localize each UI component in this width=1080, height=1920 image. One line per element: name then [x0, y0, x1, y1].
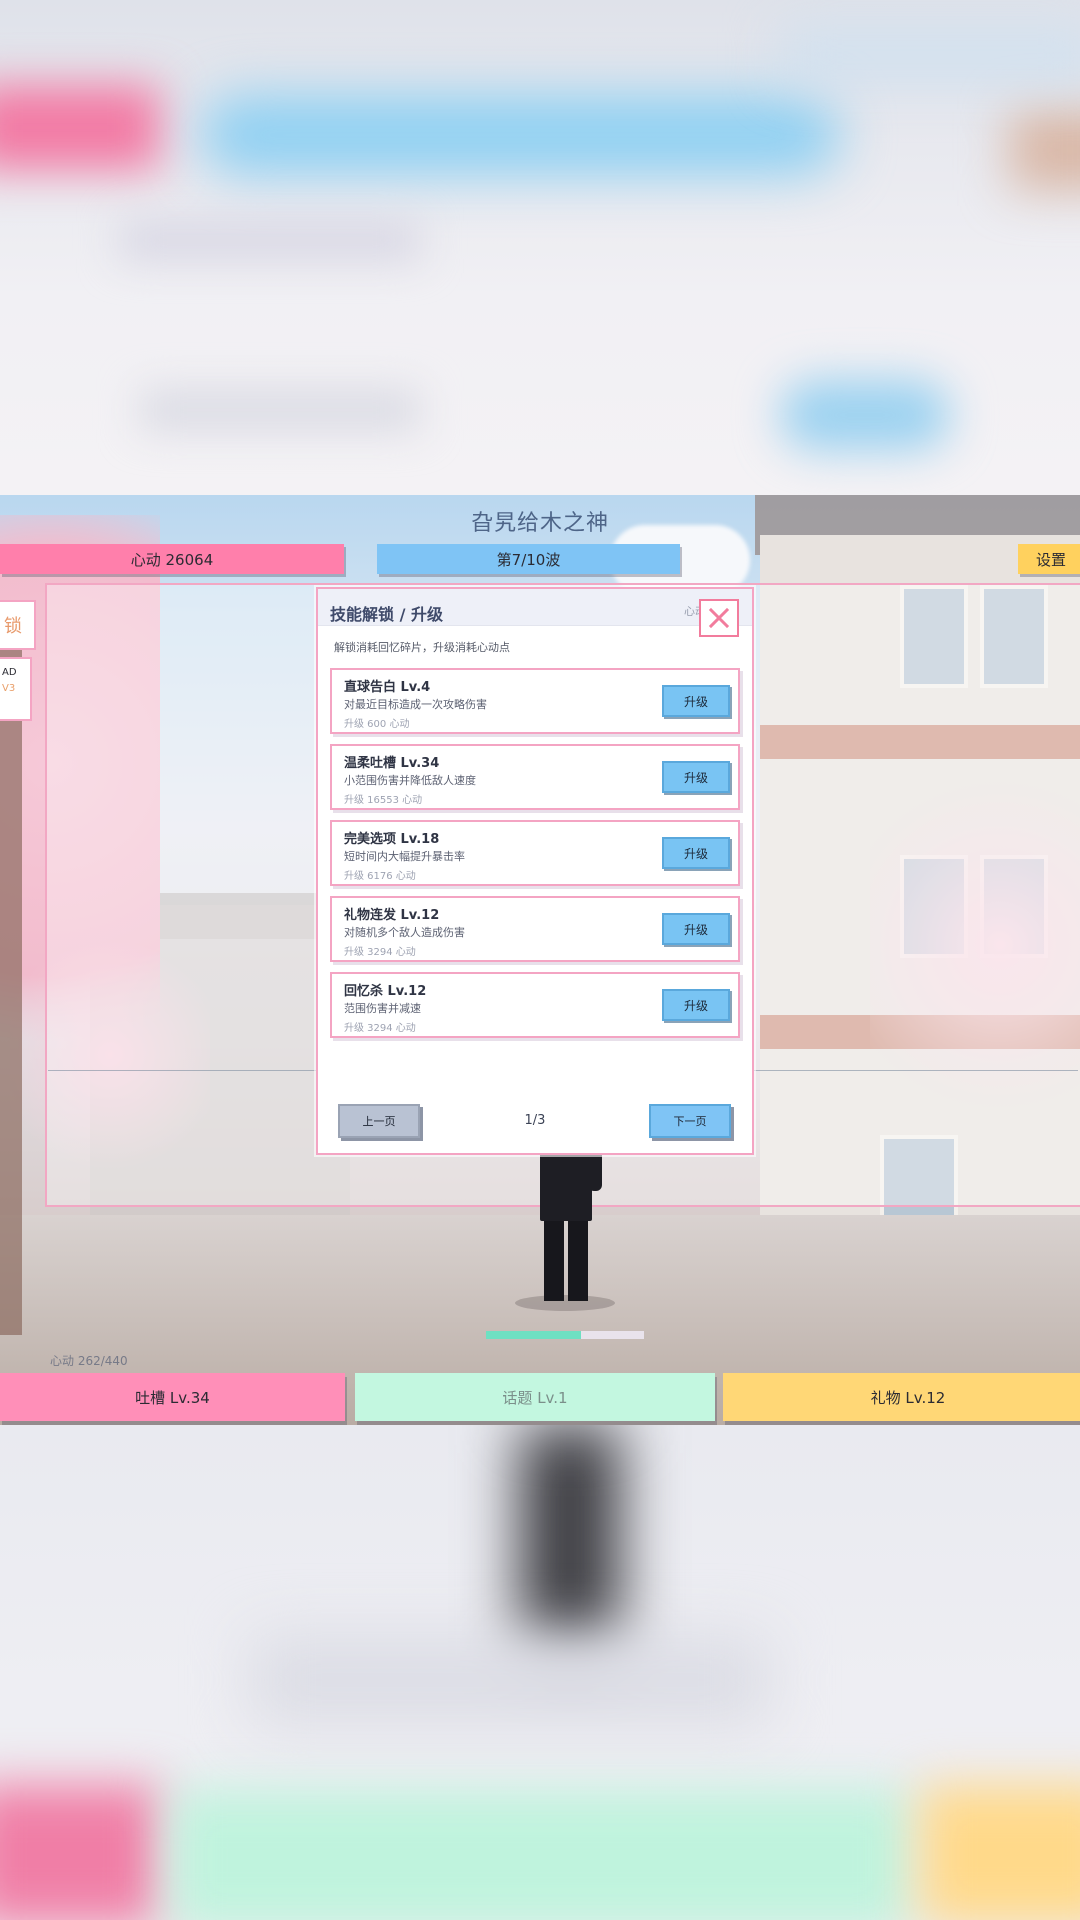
blurred-background-bottom: [0, 1425, 1080, 1920]
blur-shape: [140, 390, 420, 430]
blur-shape: [780, 380, 950, 450]
blur-shape: [200, 95, 840, 175]
tab-tucao[interactable]: 吐槽 Lv.34: [0, 1373, 345, 1421]
upgrade-button[interactable]: 升级: [662, 989, 730, 1021]
skill-card: 直球告白 Lv.4 对最近目标造成一次攻略伤害 升级 600 心动 升级: [330, 668, 740, 734]
side-lock-tab[interactable]: 锁: [0, 600, 36, 650]
skill-upgrade-dialog: 技能解锁 / 升级 心动 解锁消耗回忆碎片，升级消耗心动点 直球告白 Lv.4 …: [316, 587, 754, 1155]
wave-counter-bar: 第7/10波: [377, 544, 680, 574]
skill-cost: 升级 3294 心动: [344, 1023, 416, 1034]
tab-gift[interactable]: 礼物 Lv.12: [723, 1373, 1080, 1421]
skill-cost: 升级 3294 心动: [344, 947, 416, 958]
blur-shape: [780, 30, 1080, 80]
skill-description: 短时间内大幅提升暴击率: [344, 850, 465, 863]
hp-readout: 心动 262/440: [50, 1354, 128, 1368]
upgrade-button[interactable]: 升级: [662, 837, 730, 869]
side-card-line2: V3: [2, 683, 16, 694]
heart-points-bar: 心动 26064: [0, 544, 344, 574]
skill-name: 温柔吐槽 Lv.34: [344, 756, 440, 771]
skill-name: 直球告白 Lv.4: [344, 680, 431, 695]
side-card-line1: AD: [2, 667, 17, 678]
blurred-background-top: [0, 0, 1080, 495]
blur-shape: [520, 1425, 620, 1655]
skill-name: 完美选项 Lv.18: [344, 832, 440, 847]
dialog-title: 技能解锁 / 升级: [330, 605, 443, 624]
blur-shape: [920, 1785, 1080, 1920]
skill-description: 小范围伤害并降低敌人速度: [344, 774, 476, 787]
skill-description: 范围伤害并减速: [344, 1002, 421, 1015]
skill-card: 回忆杀 Lv.12 范围伤害并减速 升级 3294 心动 升级: [330, 972, 740, 1038]
settings-button[interactable]: 设置: [1018, 544, 1080, 574]
tree-trunk: [0, 615, 22, 1335]
blur-shape: [0, 85, 160, 170]
character-leg: [544, 1219, 564, 1301]
game-title: 旮旯给木之神: [470, 511, 609, 536]
character-leg: [568, 1219, 588, 1301]
blur-shape: [170, 1790, 910, 1920]
dialog-subtitle: 解锁消耗回忆碎片，升级消耗心动点: [334, 641, 510, 654]
skill-name: 回忆杀 Lv.12: [344, 984, 427, 999]
side-status-card[interactable]: AD V3: [0, 657, 32, 721]
close-button[interactable]: [699, 599, 739, 637]
skill-card: 完美选项 Lv.18 短时间内大幅提升暴击率 升级 6176 心动 升级: [330, 820, 740, 886]
upgrade-button[interactable]: 升级: [662, 761, 730, 793]
skill-list: 直球告白 Lv.4 对最近目标造成一次攻略伤害 升级 600 心动 升级 温柔吐…: [330, 668, 740, 1048]
skill-description: 对最近目标造成一次攻略伤害: [344, 698, 487, 711]
skill-card: 温柔吐槽 Lv.34 小范围伤害并降低敌人速度 升级 16553 心动 升级: [330, 744, 740, 810]
next-page-button[interactable]: 下一页: [649, 1104, 731, 1138]
skill-description: 对随机多个敌人造成伤害: [344, 926, 465, 939]
skill-name: 礼物连发 Lv.12: [344, 908, 440, 923]
wave-progress-fill: [486, 1331, 581, 1339]
upgrade-button[interactable]: 升级: [662, 685, 730, 717]
wave-progress-bar: [486, 1331, 644, 1339]
skill-cost: 升级 6176 心动: [344, 871, 416, 882]
tab-topic[interactable]: 话题 Lv.1: [355, 1373, 715, 1421]
blur-shape: [1010, 110, 1080, 190]
upgrade-button[interactable]: 升级: [662, 913, 730, 945]
close-icon: [708, 607, 730, 629]
skill-cost: 升级 16553 心动: [344, 795, 423, 806]
skill-card: 礼物连发 Lv.12 对随机多个敌人造成伤害 升级 3294 心动 升级: [330, 896, 740, 962]
skill-cost: 升级 600 心动: [344, 719, 410, 730]
character-shadow: [515, 1295, 615, 1311]
blur-shape: [120, 220, 420, 260]
blur-shape: [0, 1785, 160, 1920]
blur-shape: [250, 1635, 770, 1725]
